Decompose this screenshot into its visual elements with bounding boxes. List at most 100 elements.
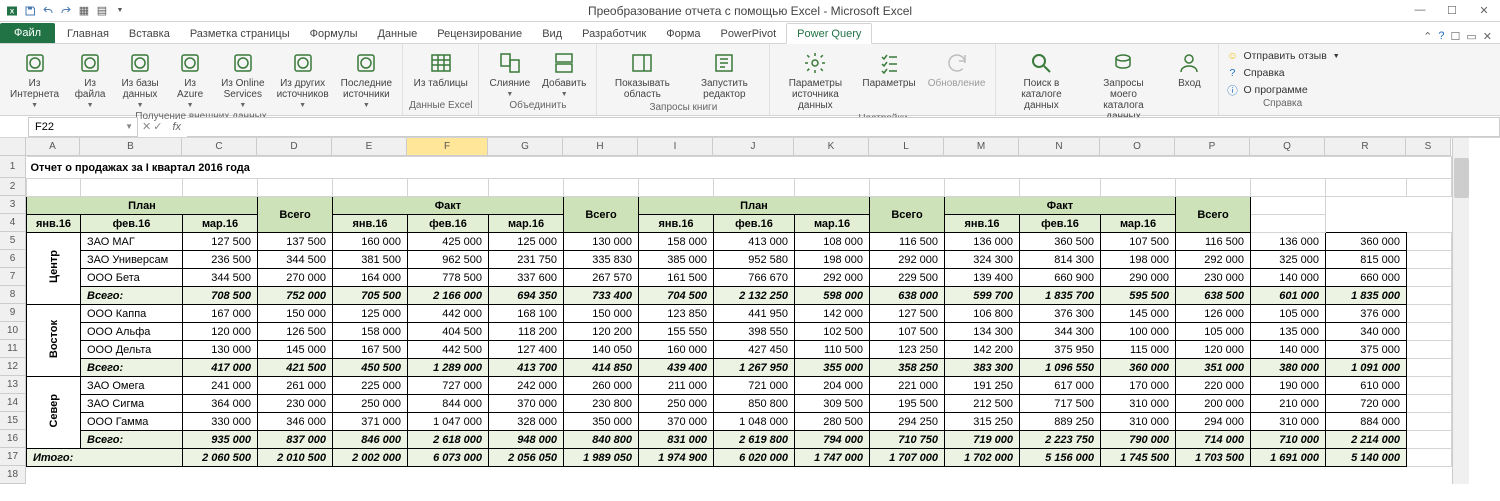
datasource-params-button[interactable]: Параметры источника данных [776,48,854,113]
cell[interactable]: 127 500 [183,233,258,251]
cell[interactable]: 427 450 [714,341,795,359]
cell[interactable]: 815 000 [1326,251,1407,269]
qat-item-icon[interactable]: ▤ [94,3,110,19]
cell[interactable]: 2 223 750 [1020,431,1101,449]
row-header-7[interactable]: 7 [0,268,26,286]
cell[interactable]: фев.16 [81,215,183,233]
cell[interactable]: 694 350 [489,287,564,305]
cell[interactable]: 355 000 [795,359,870,377]
cell[interactable] [1407,431,1452,449]
cell[interactable]: Всего [258,197,333,233]
cell[interactable]: 598 000 [795,287,870,305]
cell[interactable]: 376 300 [1020,305,1101,323]
cell[interactable]: 375 000 [1326,341,1407,359]
cell[interactable]: ООО Гамма [81,413,183,431]
cell[interactable]: 638 000 [870,287,945,305]
row-header-4[interactable]: 4 [0,214,26,232]
row-header-14[interactable]: 14 [0,394,26,412]
cell[interactable]: 324 300 [945,251,1020,269]
tab-Power Query[interactable]: Power Query [786,23,872,44]
cell[interactable]: 935 000 [183,431,258,449]
cell[interactable]: 425 000 [408,233,489,251]
cell[interactable]: 380 000 [1251,359,1326,377]
cell[interactable]: 638 500 [1176,287,1251,305]
tab-PowerPivot[interactable]: PowerPivot [711,24,787,43]
tab-Вид[interactable]: Вид [532,24,572,43]
cell[interactable] [1176,179,1251,197]
col-header-S[interactable]: S [1406,138,1451,156]
tab-file[interactable]: Файл [0,23,55,43]
signin-button[interactable]: Вход [1166,48,1212,91]
cell[interactable]: 260 000 [564,377,639,395]
cell[interactable]: 105 000 [1176,323,1251,341]
formula-input[interactable] [187,117,1500,137]
tab-Разметка страницы[interactable]: Разметка страницы [180,24,300,43]
row-header-2[interactable]: 2 [0,178,26,196]
row-header-13[interactable]: 13 [0,376,26,394]
cell[interactable]: План [27,197,258,215]
cell[interactable]: 727 000 [408,377,489,395]
cell[interactable] [564,179,639,197]
cell[interactable]: 450 500 [333,359,408,377]
cell[interactable]: янв.16 [945,215,1020,233]
cell[interactable]: Всего: [81,287,183,305]
cell[interactable]: 344 300 [1020,323,1101,341]
cell[interactable]: 230 800 [564,395,639,413]
row-header-11[interactable]: 11 [0,340,26,358]
cell[interactable]: 220 000 [1176,377,1251,395]
row-header-17[interactable]: 17 [0,448,26,466]
col-header-F[interactable]: F [407,138,488,156]
row-header-18[interactable]: 18 [0,466,26,484]
cell[interactable]: фев.16 [408,215,489,233]
col-header-K[interactable]: K [794,138,869,156]
cell[interactable]: 595 500 [1101,287,1176,305]
tab-Формулы[interactable]: Формулы [300,24,368,43]
col-header-I[interactable]: I [638,138,713,156]
cell[interactable]: мар.16 [183,215,258,233]
cell[interactable]: 340 000 [1326,323,1407,341]
ribbon-opts-icon[interactable]: ☐ [1451,30,1461,43]
cell[interactable]: 421 500 [258,359,333,377]
cell[interactable]: 212 500 [945,395,1020,413]
show-area-button[interactable]: Показывать область [603,48,681,102]
cell[interactable]: 108 000 [795,233,870,251]
col-header-H[interactable]: H [563,138,638,156]
cell[interactable]: Центр [27,233,81,305]
cell[interactable]: 766 670 [714,269,795,287]
cell[interactable] [1251,197,1326,215]
cell[interactable]: 210 000 [1251,395,1326,413]
cell[interactable]: 107 500 [870,323,945,341]
col-header-M[interactable]: M [944,138,1019,156]
minimize-button[interactable]: — [1410,4,1430,17]
cell[interactable]: 292 000 [870,251,945,269]
cell[interactable]: 116 500 [870,233,945,251]
cell[interactable]: 358 250 [870,359,945,377]
cell[interactable]: 241 000 [183,377,258,395]
cell[interactable]: 344 500 [258,251,333,269]
cell[interactable]: 837 000 [258,431,333,449]
cell[interactable]: 360 000 [1101,359,1176,377]
redo-icon[interactable] [58,3,74,19]
cell[interactable]: 370 000 [639,413,714,431]
col-header-B[interactable]: B [80,138,182,156]
cell[interactable]: 106 800 [945,305,1020,323]
cell[interactable]: 610 000 [1326,377,1407,395]
cell[interactable]: 1 048 000 [714,413,795,431]
merge-button[interactable]: Слияние▼ [485,48,534,100]
cell[interactable]: 191 250 [945,377,1020,395]
ext-data-button-3[interactable]: ИзAzure▼ [167,48,213,111]
cell[interactable]: 127 400 [489,341,564,359]
cell[interactable]: 1 835 000 [1326,287,1407,305]
row-header-6[interactable]: 6 [0,250,26,268]
cell[interactable]: 294 000 [1176,413,1251,431]
cell[interactable]: 328 000 [489,413,564,431]
cell[interactable]: 2 619 800 [714,431,795,449]
save-icon[interactable] [22,3,38,19]
cell[interactable] [945,179,1020,197]
cell[interactable]: 1 691 000 [1251,449,1326,467]
select-all-corner[interactable] [0,138,26,156]
tab-Рецензирование[interactable]: Рецензирование [427,24,532,43]
cell[interactable]: 2 214 000 [1326,431,1407,449]
cell[interactable] [1407,251,1452,269]
cell[interactable] [1251,215,1326,233]
